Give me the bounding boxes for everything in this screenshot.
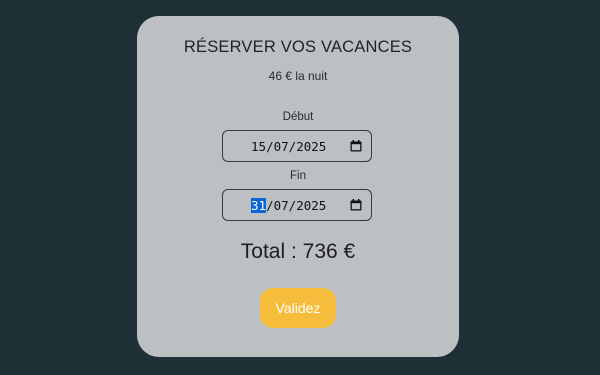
start-date-day[interactable]: 15 bbox=[251, 139, 266, 154]
start-date-label: Début bbox=[282, 111, 314, 123]
end-date-value: 31/07/2025 bbox=[251, 198, 326, 213]
end-date-input[interactable]: 31/07/2025 bbox=[222, 189, 372, 221]
calendar-icon[interactable] bbox=[350, 140, 362, 152]
booking-card: RÉSERVER VOS VACANCES 46 € la nuit Début… bbox=[137, 16, 459, 357]
start-date-separator: / bbox=[266, 139, 274, 154]
price-per-night: 46 € la nuit bbox=[268, 69, 328, 83]
end-date-label: Fin bbox=[290, 170, 306, 182]
end-date-day[interactable]: 31 bbox=[251, 198, 267, 213]
calendar-icon[interactable] bbox=[350, 199, 362, 211]
total-price: Total : 736 € bbox=[240, 240, 356, 263]
end-date-month[interactable]: 07 bbox=[274, 198, 289, 213]
end-date-year[interactable]: 2025 bbox=[296, 198, 326, 213]
start-date-value: 15/07/2025 bbox=[251, 139, 326, 154]
submit-button[interactable]: Validez bbox=[260, 288, 336, 328]
start-date-year[interactable]: 2025 bbox=[296, 139, 326, 154]
start-date-input[interactable]: 15/07/2025 bbox=[222, 130, 372, 162]
start-date-month[interactable]: 07 bbox=[274, 139, 289, 154]
end-date-separator: / bbox=[266, 198, 274, 213]
booking-title: RÉSERVER VOS VACANCES bbox=[183, 38, 413, 56]
